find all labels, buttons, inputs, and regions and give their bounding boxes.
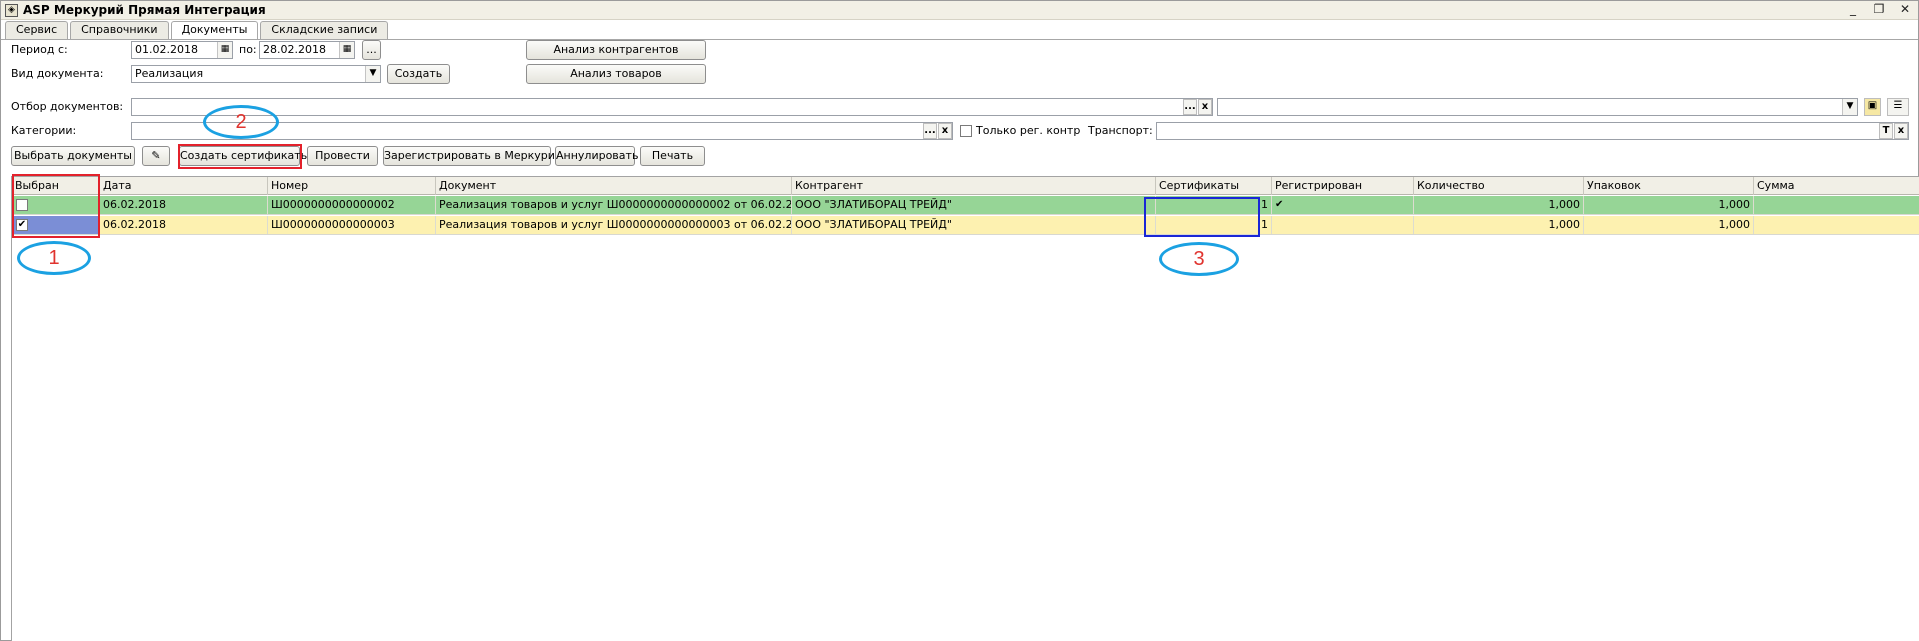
transport-t-button[interactable]: T [1879, 123, 1893, 139]
table-row[interactable]: ✔ 06.02.2018 Ш0000000000000003 Реализаци… [12, 216, 1919, 235]
window-controls: _ ❐ ✕ [1846, 2, 1912, 16]
cell-contractor: ООО "ЗЛАТИБОРАЦ ТРЕЙД" [792, 196, 1156, 214]
save-icon[interactable]: ▣ [1864, 98, 1881, 116]
registered-check-icon: ✔ [1272, 196, 1414, 214]
cell-number: Ш0000000000000003 [268, 216, 436, 234]
col-packages[interactable]: Упаковок [1584, 177, 1754, 195]
cancel-button[interactable]: Аннулировать [555, 146, 638, 166]
annotation-box-create-certificates [178, 144, 302, 169]
edit-icon[interactable]: ✎ [142, 146, 170, 166]
chevron-down-icon[interactable]: ▼ [1842, 99, 1857, 115]
cell-packages: 1,000 [1584, 216, 1754, 234]
col-contractor[interactable]: Контрагент [792, 177, 1156, 195]
register-mercury-button[interactable]: Зарегистрировать в Меркурии [383, 146, 562, 166]
table-row[interactable]: 06.02.2018 Ш0000000000000002 Реализация … [12, 196, 1919, 215]
period-label: Период с: [11, 43, 68, 56]
period-to-field[interactable]: 28.02.2018 ▦ [259, 41, 355, 59]
col-document[interactable]: Документ [436, 177, 792, 195]
cell-number: Ш0000000000000002 [268, 196, 436, 214]
selection-extra-select[interactable]: ▼ [1217, 98, 1858, 116]
only-reg-label: Только рег. контр [976, 124, 1081, 137]
categories-label: Категории: [11, 124, 77, 137]
tab-references[interactable]: Справочники [70, 21, 169, 39]
restore-icon[interactable]: ❐ [1872, 2, 1886, 16]
col-number[interactable]: Номер [268, 177, 436, 195]
cell-registered [1272, 216, 1414, 234]
col-sum[interactable]: Сумма [1754, 177, 1919, 195]
cell-quantity: 1,000 [1414, 196, 1584, 214]
transport-clear-icon[interactable]: x [1894, 123, 1908, 139]
selection-clear-icon[interactable]: x [1198, 99, 1212, 115]
doc-type-select[interactable]: Реализация ▼ [131, 65, 381, 83]
settings-list-icon[interactable]: ☰ [1887, 98, 1909, 116]
categories-more-button[interactable]: ... [923, 123, 937, 139]
close-icon[interactable]: ✕ [1898, 2, 1912, 16]
tab-documents[interactable]: Документы [170, 21, 259, 40]
calendar-icon[interactable]: ▦ [217, 42, 232, 58]
cell-date: 06.02.2018 [100, 196, 268, 214]
col-registered[interactable]: Регистрирован [1272, 177, 1414, 195]
calendar-icon[interactable]: ▦ [339, 42, 354, 58]
period-to-value: 28.02.2018 [263, 43, 326, 56]
selection-label: Отбор документов: [11, 100, 124, 113]
annotation-box-selected-column [12, 174, 100, 238]
cell-contractor: ООО "ЗЛАТИБОРАЦ ТРЕЙД" [792, 216, 1156, 234]
cell-sum [1754, 216, 1919, 234]
app-icon: ◈ [5, 3, 18, 17]
print-button[interactable]: Печать [640, 146, 705, 166]
chevron-down-icon[interactable]: ▼ [365, 66, 380, 82]
analyze-contractors-button[interactable]: Анализ контрагентов [526, 40, 706, 60]
tab-bar: Сервис Справочники Документы Складские з… [5, 21, 389, 40]
window-title: ASP Меркурий Прямая Интеграция [23, 3, 266, 17]
documents-table: Выбран Дата Номер Документ Контрагент Се… [11, 176, 1919, 641]
minimize-icon[interactable]: _ [1846, 2, 1860, 16]
tab-warehouse-records[interactable]: Складские записи [260, 21, 389, 39]
period-more-button[interactable]: ... [362, 40, 381, 60]
doc-type-label: Вид документа: [11, 67, 104, 80]
annotation-marker-3: 3 [1159, 242, 1239, 276]
annotation-marker-2: 2 [203, 105, 279, 139]
annotation-box-certificates [1144, 197, 1260, 237]
analyze-goods-button[interactable]: Анализ товаров [526, 64, 706, 84]
col-certificates[interactable]: Сертификаты [1156, 177, 1272, 195]
post-button[interactable]: Провести [307, 146, 378, 166]
cell-document: Реализация товаров и услуг Ш000000000000… [436, 196, 792, 214]
cell-packages: 1,000 [1584, 196, 1754, 214]
col-date[interactable]: Дата [100, 177, 268, 195]
period-to-label: по: [239, 43, 257, 56]
cell-date: 06.02.2018 [100, 216, 268, 234]
doc-type-value: Реализация [135, 67, 204, 80]
cell-document: Реализация товаров и услуг Ш000000000000… [436, 216, 792, 234]
title-bar: ◈ ASP Меркурий Прямая Интеграция _ ❐ ✕ [1, 1, 1918, 20]
annotation-marker-1: 1 [17, 241, 91, 275]
select-documents-button[interactable]: Выбрать документы [11, 146, 135, 166]
selection-field[interactable] [131, 98, 1213, 116]
categories-clear-icon[interactable]: x [938, 123, 952, 139]
selection-more-button[interactable]: ... [1183, 99, 1197, 115]
table-header: Выбран Дата Номер Документ Контрагент Се… [12, 177, 1919, 195]
period-from-value: 01.02.2018 [135, 43, 198, 56]
cell-sum [1754, 196, 1919, 214]
transport-label: Транспорт: [1088, 124, 1153, 137]
transport-field[interactable] [1156, 122, 1909, 140]
main-window: ◈ ASP Меркурий Прямая Интеграция _ ❐ ✕ С… [0, 0, 1919, 641]
cell-quantity: 1,000 [1414, 216, 1584, 234]
col-quantity[interactable]: Количество [1414, 177, 1584, 195]
tab-service[interactable]: Сервис [5, 21, 69, 39]
only-reg-checkbox[interactable] [960, 125, 972, 137]
period-from-field[interactable]: 01.02.2018 ▦ [131, 41, 233, 59]
create-button[interactable]: Создать [387, 64, 450, 84]
